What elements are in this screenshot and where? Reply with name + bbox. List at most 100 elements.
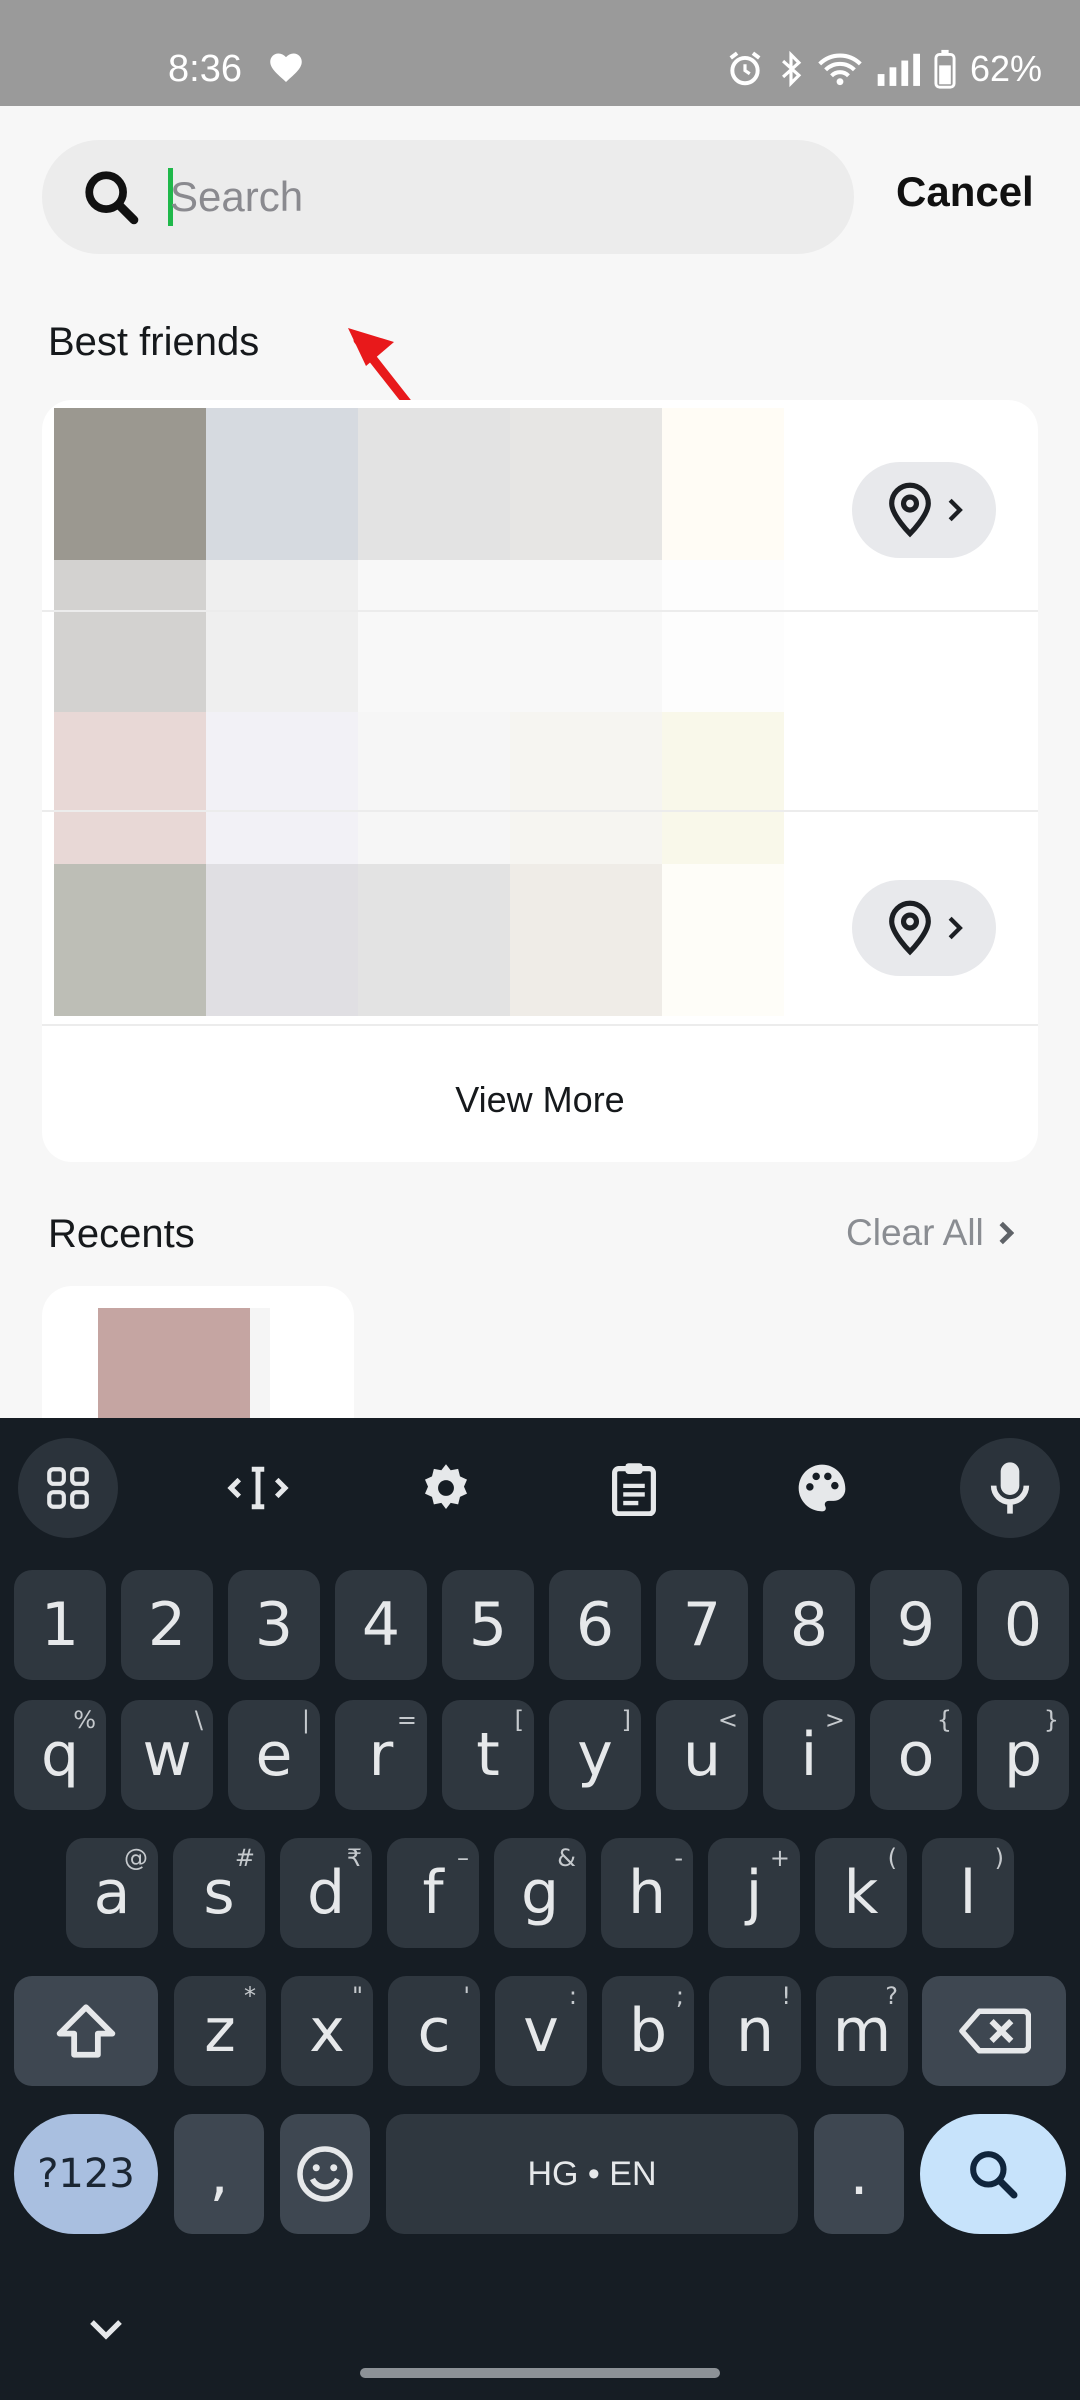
key-p-hint: } — [1043, 1706, 1059, 1734]
key-w[interactable]: w \ — [121, 1700, 213, 1810]
keyboard-toolbar — [0, 1418, 1080, 1548]
key-o[interactable]: o{ — [870, 1700, 962, 1810]
key-y[interactable]: y] — [549, 1700, 641, 1810]
bluetooth-icon — [781, 50, 802, 88]
symbols-key[interactable]: ?123 — [14, 2114, 158, 2234]
shift-icon — [56, 2004, 116, 2058]
key-s-label: s — [203, 1858, 235, 1928]
key-1[interactable]: 1 — [14, 1570, 106, 1680]
key-m-label: m — [832, 1996, 892, 2066]
key-0[interactable]: 0 — [977, 1570, 1069, 1680]
view-more-button[interactable]: View More — [42, 1040, 1038, 1160]
chevron-right-icon — [948, 916, 963, 940]
home-indicator[interactable] — [360, 2368, 720, 2378]
key-6[interactable]: 6 — [549, 1570, 641, 1680]
comma-key[interactable]: , — [174, 2114, 264, 2234]
key-o-hint: { — [936, 1706, 952, 1734]
key-3[interactable]: 3 — [228, 1570, 320, 1680]
settings-button[interactable] — [396, 1438, 496, 1538]
backspace-key[interactable] — [922, 1976, 1066, 2086]
key-6-label: 6 — [575, 1590, 615, 1660]
theme-button[interactable] — [772, 1438, 872, 1538]
emoji-icon — [297, 2146, 353, 2202]
shift-key[interactable] — [14, 1976, 158, 2086]
key-n-label: n — [735, 1996, 775, 2066]
key-h[interactable]: h- — [601, 1838, 693, 1948]
key-y-hint: ] — [621, 1706, 631, 1734]
key-p[interactable]: p} — [977, 1700, 1069, 1810]
key-z[interactable]: z * — [174, 1976, 266, 2086]
key-c-label: c — [417, 1996, 451, 2066]
key-m[interactable]: m? — [816, 1976, 908, 2086]
key-b[interactable]: b; — [602, 1976, 694, 2086]
key-2[interactable]: 2 — [121, 1570, 213, 1680]
key-r-hint: = — [396, 1706, 417, 1734]
key-5[interactable]: 5 — [442, 1570, 534, 1680]
key-w-label: w — [142, 1720, 192, 1790]
key-7-label: 7 — [682, 1590, 722, 1660]
key-7[interactable]: 7 — [656, 1570, 748, 1680]
key-9[interactable]: 9 — [870, 1570, 962, 1680]
key-e[interactable]: e | — [228, 1700, 320, 1810]
key-j[interactable]: j + — [708, 1838, 800, 1948]
key-u-label: u — [682, 1720, 722, 1790]
key-r-label: r — [368, 1720, 394, 1790]
microphone-button[interactable] — [960, 1438, 1060, 1538]
key-u[interactable]: u < — [656, 1700, 748, 1810]
search-enter-key[interactable] — [920, 2114, 1066, 2234]
key-z-hint: * — [244, 1982, 256, 2010]
clear-all-button[interactable]: Clear All — [846, 1212, 1014, 1254]
alarm-icon — [729, 51, 761, 86]
key-8-label: 8 — [789, 1590, 829, 1660]
key-d[interactable]: d ₹ — [280, 1838, 372, 1948]
recent-item-image-edge — [250, 1308, 270, 1426]
key-g[interactable]: g & — [494, 1838, 586, 1948]
key-p-label: p — [1003, 1720, 1043, 1790]
chevron-right-icon — [948, 498, 963, 522]
cancel-button[interactable]: Cancel — [896, 168, 1034, 216]
friend-location-button[interactable] — [852, 462, 996, 558]
emoji-key[interactable] — [280, 2114, 370, 2234]
key-0-label: 0 — [1003, 1590, 1043, 1660]
search-icon — [85, 171, 139, 225]
space-key[interactable]: HG • EN — [386, 2114, 798, 2234]
key-n[interactable]: n! — [709, 1976, 801, 2086]
text-cursor-button[interactable] — [208, 1438, 308, 1538]
key-t-label: t — [476, 1720, 500, 1790]
key-l[interactable]: l) — [922, 1838, 1014, 1948]
key-f-hint: – — [457, 1844, 469, 1872]
period-key[interactable]: . — [814, 2114, 904, 2234]
key-v[interactable]: v: — [495, 1976, 587, 2086]
key-a-hint: @ — [124, 1844, 148, 1872]
search-screen: Cancel Best friends View More Recents Cl… — [0, 106, 1080, 1426]
key-8[interactable]: 8 — [763, 1570, 855, 1680]
key-u-hint: < — [717, 1706, 738, 1734]
status-bar: 8:36 62% — [0, 0, 1080, 106]
battery-icon — [934, 49, 956, 89]
key-i[interactable]: i > — [763, 1700, 855, 1810]
chevron-down-icon[interactable] — [86, 2310, 126, 2350]
key-a[interactable]: a @ — [66, 1838, 158, 1948]
key-t[interactable]: t[ — [442, 1700, 534, 1810]
key-h-label: h — [627, 1858, 667, 1928]
signal-icon — [877, 53, 920, 86]
search-input[interactable] — [170, 162, 810, 232]
key-x[interactable]: x " — [281, 1976, 373, 2086]
key-f[interactable]: f – — [387, 1838, 479, 1948]
key-2-label: 2 — [147, 1590, 187, 1660]
key-r[interactable]: r = — [335, 1700, 427, 1810]
key-c[interactable]: c ' — [388, 1976, 480, 2086]
key-4[interactable]: 4 — [335, 1570, 427, 1680]
key-i-label: i — [800, 1720, 818, 1790]
key-y-label: y — [577, 1720, 613, 1790]
friend-location-button[interactable] — [852, 880, 996, 976]
key-5-label: 5 — [468, 1590, 508, 1660]
clipboard-button[interactable] — [584, 1438, 684, 1538]
status-time: 8:36 — [168, 48, 242, 90]
key-q[interactable]: q% — [14, 1700, 106, 1810]
recent-item[interactable] — [42, 1286, 354, 1426]
key-s[interactable]: s # — [173, 1838, 265, 1948]
key-k[interactable]: k( — [815, 1838, 907, 1948]
apps-grid-button[interactable] — [18, 1438, 118, 1538]
keyboard: 1 2 3 4 5 6 7 8 9 0 q% w \ e | r = t[y] u < i > o{p} a @ s # d ₹ f – g &… — [0, 1418, 1080, 2400]
